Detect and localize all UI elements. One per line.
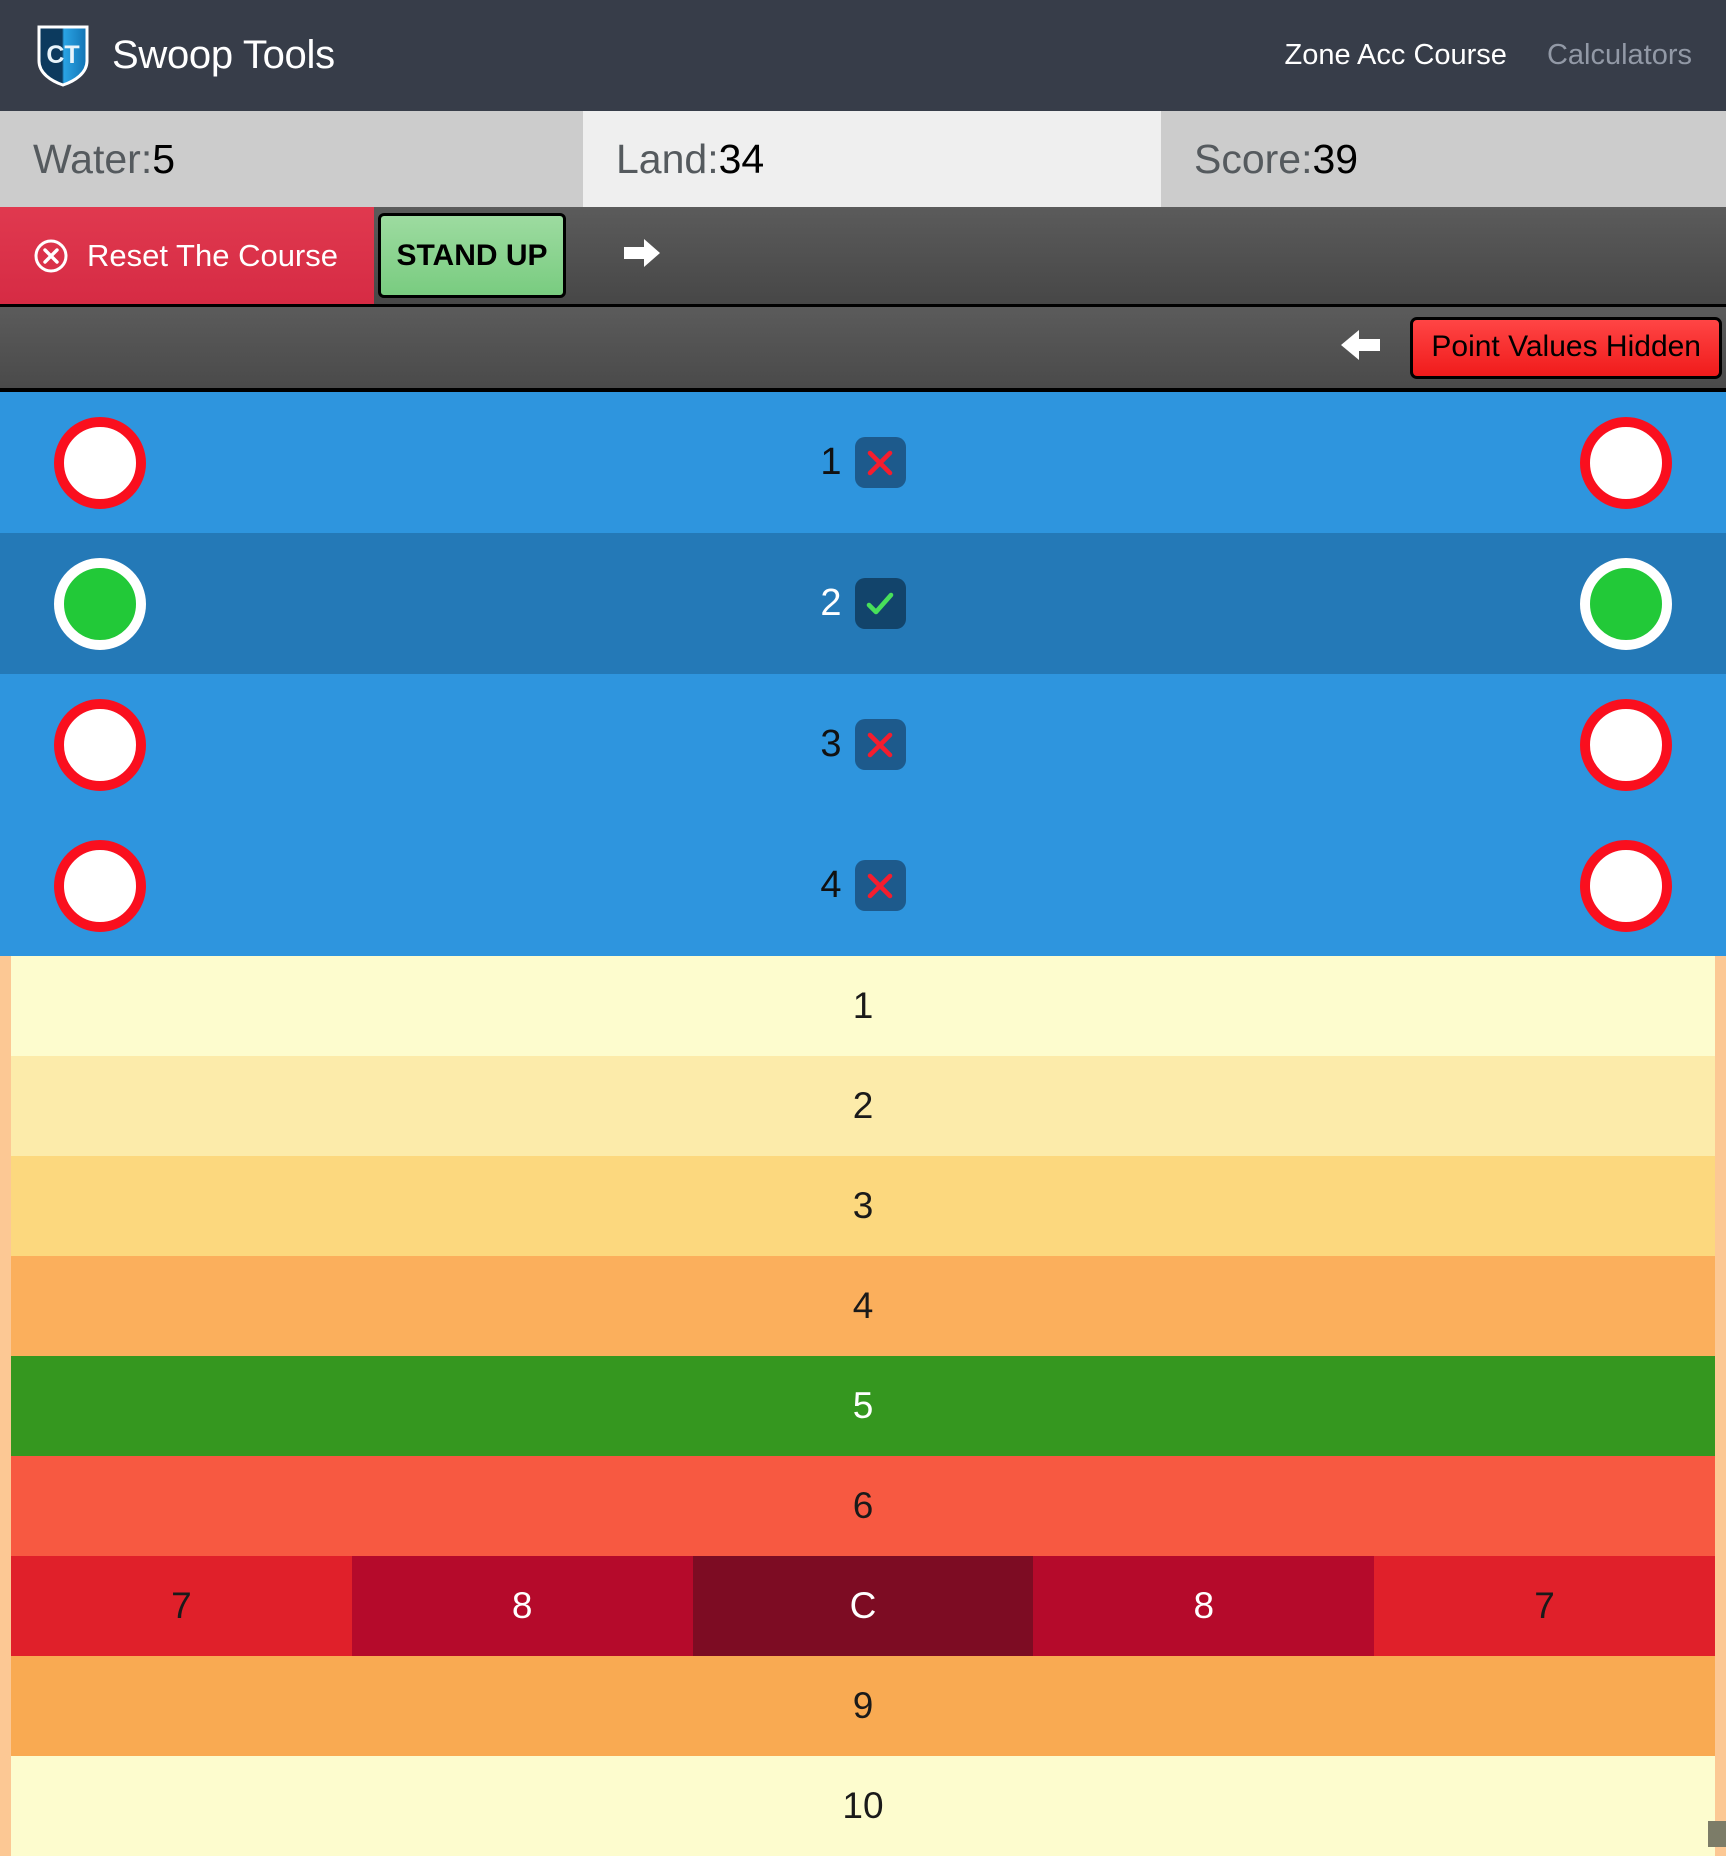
nav-link-calculators[interactable]: Calculators <box>1547 39 1692 72</box>
zone-cell-center[interactable]: C <box>692 1556 1034 1656</box>
zone-cell-8-right[interactable]: 8 <box>1033 1556 1375 1656</box>
forward-arrow-slot <box>566 207 1726 304</box>
gate-ball-left[interactable] <box>0 557 200 650</box>
gate-row[interactable]: 2 <box>0 533 1726 674</box>
gate-ball-right[interactable] <box>1526 557 1726 650</box>
gate-center: 4 <box>0 860 1726 911</box>
gate-mark-x-icon[interactable] <box>854 437 906 488</box>
svg-text:CT: CT <box>46 41 79 69</box>
gate-row[interactable]: 4 <box>0 815 1726 956</box>
stand-up-button[interactable]: STAND UP <box>378 213 566 298</box>
gate-number: 4 <box>820 864 842 906</box>
circle-x-icon <box>33 238 69 274</box>
zone-row-9[interactable]: 9 <box>11 1656 1715 1756</box>
zone-row-3[interactable]: 3 <box>11 1156 1715 1256</box>
zone-split: 7 8 C 8 7 <box>11 1556 1715 1656</box>
stat-water: Water: 5 <box>0 111 583 207</box>
scrollbar-corner[interactable] <box>1708 1821 1726 1847</box>
reset-course-label: Reset The Course <box>87 237 338 273</box>
zones-list: 1 2 3 4 5 6 7 8 C 8 7 9 10 <box>0 956 1726 1856</box>
stat-land-value: 34 <box>718 135 765 182</box>
nav-link-zone-acc-course[interactable]: Zone Acc Course <box>1284 39 1506 72</box>
zone-row-7-8-c: 7 8 C 8 7 <box>11 1556 1715 1656</box>
nav-links: Zone Acc Course Calculators <box>1284 39 1692 72</box>
zone-row-10[interactable]: 10 <box>11 1756 1715 1856</box>
stat-water-value: 5 <box>152 135 176 182</box>
toolbar-primary: Reset The Course STAND UP <box>0 207 1726 307</box>
gate-row[interactable]: 3 <box>0 674 1726 815</box>
navbar: CT Swoop Tools Zone Acc Course Calculato… <box>0 0 1726 111</box>
back-arrow-slot <box>1338 327 1382 368</box>
gate-status-ball[interactable] <box>54 557 146 650</box>
gate-row[interactable]: 1 <box>0 392 1726 533</box>
gate-ball-right[interactable] <box>1526 416 1726 509</box>
brand[interactable]: CT Swoop Tools <box>36 25 335 87</box>
gate-status-ball[interactable] <box>1580 698 1672 791</box>
gate-number: 2 <box>820 582 842 624</box>
gate-status-ball[interactable] <box>54 416 146 509</box>
gate-mark-x-icon[interactable] <box>854 719 906 770</box>
zone-row-5[interactable]: 5 <box>11 1356 1715 1456</box>
gate-status-ball[interactable] <box>54 839 146 932</box>
stat-water-label: Water: <box>33 135 153 182</box>
swoop-tools-logo-icon: CT <box>36 25 90 87</box>
gate-ball-left[interactable] <box>0 698 200 791</box>
left-arrow-icon[interactable] <box>1338 327 1382 368</box>
stat-score-label: Score: <box>1194 135 1313 182</box>
right-arrow-icon[interactable] <box>622 236 662 275</box>
zone-row-2[interactable]: 2 <box>11 1056 1715 1156</box>
point-values-hidden-button[interactable]: Point Values Hidden <box>1410 316 1722 379</box>
gate-center: 1 <box>0 437 1726 488</box>
gate-status-ball[interactable] <box>1580 839 1672 932</box>
gate-ball-left[interactable] <box>0 416 200 509</box>
gate-status-ball[interactable] <box>1580 416 1672 509</box>
gate-number: 1 <box>820 441 842 483</box>
gate-number: 3 <box>820 723 842 765</box>
stat-score: Score: 39 <box>1161 111 1726 207</box>
zone-cell-7-right[interactable]: 7 <box>1374 1556 1715 1656</box>
zone-cell-8-left[interactable]: 8 <box>351 1556 693 1656</box>
gate-status-ball[interactable] <box>54 698 146 791</box>
zone-row-6[interactable]: 6 <box>11 1456 1715 1556</box>
brand-title: Swoop Tools <box>112 33 335 77</box>
gate-mark-check-icon[interactable] <box>854 578 906 629</box>
stat-score-value: 39 <box>1312 135 1359 182</box>
gate-status-ball[interactable] <box>1580 557 1672 650</box>
zone-cell-7-left[interactable]: 7 <box>11 1556 352 1656</box>
gate-center: 3 <box>0 719 1726 770</box>
gate-mark-x-icon[interactable] <box>854 860 906 911</box>
stats-bar: Water: 5 Land: 34 Score: 39 <box>0 111 1726 207</box>
reset-course-button[interactable]: Reset The Course <box>0 207 374 304</box>
stat-land: Land: 34 <box>583 111 1161 207</box>
toolbar-secondary: Point Values Hidden <box>0 307 1726 392</box>
gate-ball-right[interactable] <box>1526 698 1726 791</box>
gate-ball-left[interactable] <box>0 839 200 932</box>
zone-row-4[interactable]: 4 <box>11 1256 1715 1356</box>
zone-row-1[interactable]: 1 <box>11 956 1715 1056</box>
gate-ball-right[interactable] <box>1526 839 1726 932</box>
gate-center: 2 <box>0 578 1726 629</box>
stat-land-label: Land: <box>616 135 719 182</box>
gates-list: 1 2 3 4 <box>0 392 1726 956</box>
